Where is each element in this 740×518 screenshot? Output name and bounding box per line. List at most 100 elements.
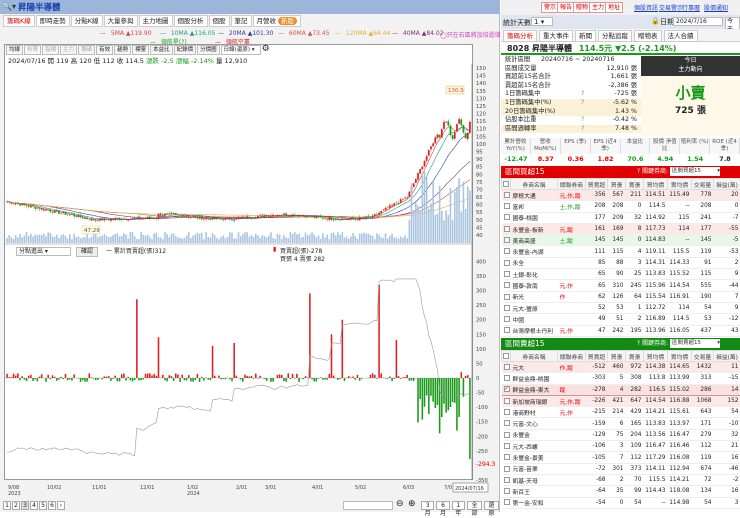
- page-button[interactable]: 2: [12, 501, 20, 510]
- column-header[interactable]: 券商名稱: [511, 351, 558, 362]
- table-row[interactable]: ✓群益金鼎-東大蹤-2784282116.5115.0228614: [502, 384, 740, 395]
- range-button[interactable]: 還原: [484, 501, 499, 510]
- column-header[interactable]: 買均價: [644, 351, 668, 362]
- top-link[interactable]: 股價通知: [704, 3, 728, 12]
- row-checkbox[interactable]: [504, 477, 510, 483]
- column-header[interactable]: 買張: [608, 179, 626, 190]
- page-button[interactable]: 6: [48, 501, 56, 510]
- table-row[interactable]: 群益金鼎-桃園-3035308113.8113.99313-15: [502, 373, 740, 384]
- page-button[interactable]: 1: [3, 501, 11, 510]
- row-checkbox[interactable]: [504, 466, 510, 472]
- table-row[interactable]: 摩根大通元,作,蹤356567211114.51115.4977820: [502, 190, 740, 201]
- column-header[interactable]: 損益(萬): [714, 351, 740, 362]
- column-header[interactable]: 賣張: [626, 351, 644, 362]
- column-header[interactable]: 買均價: [644, 179, 668, 190]
- column-header[interactable]: [502, 351, 511, 362]
- row-checkbox[interactable]: [504, 260, 510, 266]
- table-row[interactable]: 台灣摩根士丹利元,作47242195113.96116.0543743: [502, 325, 740, 336]
- row-checkbox[interactable]: [504, 237, 510, 243]
- row-checkbox[interactable]: [504, 316, 510, 322]
- table-row[interactable]: 新加坡商瑞銀元,作,蹤-226421647114.54116.881068152: [502, 395, 740, 406]
- table-row[interactable]: 元大-西螺-1063109116.47116.4611221: [502, 441, 740, 452]
- row-checkbox[interactable]: [504, 443, 510, 449]
- right-tab[interactable]: 法人合績: [664, 30, 698, 42]
- table-row[interactable]: 永豐金-板新元,蹤1611698117.73114177-55: [502, 223, 740, 234]
- page-button[interactable]: 5: [39, 501, 47, 510]
- zoom-out-icon[interactable]: ⊖: [396, 499, 404, 509]
- top-link[interactable]: 交易警示: [659, 3, 683, 12]
- row-checkbox[interactable]: [504, 432, 510, 438]
- right-tab[interactable]: 贈物表: [634, 30, 662, 42]
- row-checkbox[interactable]: [504, 364, 510, 370]
- column-header[interactable]: 損益(萬): [714, 179, 740, 190]
- column-header[interactable]: [502, 179, 511, 190]
- right-tab[interactable]: 新聞: [575, 30, 596, 42]
- row-checkbox[interactable]: ✓: [504, 386, 510, 392]
- column-header[interactable]: 買賣超: [586, 351, 608, 362]
- row-checkbox[interactable]: [504, 271, 510, 277]
- table-row[interactable]: 港商野村元,作-215214429114.21115.6164354: [502, 407, 740, 418]
- table-row[interactable]: 元富-苗栗-72301373114.11112.94674-46: [502, 463, 740, 474]
- next-page-icon[interactable]: ›: [57, 501, 65, 510]
- top-link[interactable]: 個股資訊: [634, 3, 658, 12]
- row-checkbox[interactable]: [504, 499, 510, 505]
- row-checkbox[interactable]: [504, 203, 510, 209]
- table-row[interactable]: 元大-豐原52531112.72114549: [502, 302, 740, 313]
- days-select[interactable]: 1 ▾: [531, 17, 553, 26]
- column-header[interactable]: 交易量: [692, 351, 714, 362]
- help-icon[interactable]: ?: [581, 99, 584, 108]
- table-row[interactable]: 永豐金-內湖1111154119.11115.5119-53: [502, 246, 740, 257]
- key-broker-select[interactable]: 區間買超15 ▾: [670, 167, 720, 176]
- column-header[interactable]: 買賣超: [586, 179, 608, 190]
- checkbox[interactable]: [503, 181, 509, 187]
- page-button[interactable]: 4: [30, 501, 38, 510]
- row-checkbox[interactable]: [504, 327, 510, 333]
- table-row[interactable]: 凱基-天母-68270115.5114.2172-2: [502, 474, 740, 485]
- row-checkbox[interactable]: [504, 248, 510, 254]
- help-icon[interactable]: ?: [581, 116, 584, 125]
- date-field[interactable]: 2024/7/16: [673, 17, 723, 26]
- range-button[interactable]: 6月: [436, 501, 449, 510]
- right-tab[interactable]: 分點追蹤: [598, 30, 632, 42]
- row-checkbox[interactable]: [504, 409, 510, 415]
- column-header[interactable]: 券商名稱: [511, 179, 558, 190]
- row-checkbox[interactable]: [504, 398, 510, 404]
- table-row[interactable]: 國泰-桃園17720932114.92115241-7: [502, 212, 740, 223]
- help-icon[interactable]: ?: [581, 90, 584, 99]
- date-input[interactable]: [343, 501, 393, 510]
- table-row[interactable]: 富邦土,作,蹤2082080114.5--2080: [502, 201, 740, 212]
- column-header[interactable]: 賣均價: [668, 179, 692, 190]
- row-checkbox[interactable]: [504, 420, 510, 426]
- top-button[interactable]: 地址: [605, 2, 623, 13]
- column-header[interactable]: 賣張: [626, 179, 644, 190]
- broker-select[interactable]: 分點進出 ▾: [16, 247, 71, 256]
- table-row[interactable]: 永豐金-12975204113.56116.4727932: [502, 429, 740, 440]
- row-checkbox[interactable]: [504, 305, 510, 311]
- key-broker-select[interactable]: 區間賣超15 ▾: [670, 339, 720, 348]
- right-tab[interactable]: 籌碼分析: [503, 30, 537, 42]
- table-row[interactable]: 新百王-643599114.43118.0813416: [502, 486, 740, 497]
- table-row[interactable]: 美商高盛土,蹤1451450114.83--145-5: [502, 235, 740, 246]
- row-checkbox[interactable]: [504, 226, 510, 232]
- row-checkbox[interactable]: [504, 294, 510, 300]
- row-checkbox[interactable]: [504, 282, 510, 288]
- table-row[interactable]: 國泰-敦南元,作65310245115.96114.54555-44: [502, 280, 740, 291]
- column-header[interactable]: 關聯券商: [558, 351, 586, 362]
- column-header[interactable]: 交易量: [692, 179, 714, 190]
- row-checkbox[interactable]: [504, 192, 510, 198]
- range-button[interactable]: 1年: [452, 501, 465, 510]
- table-row[interactable]: 永全85883114.31114.33912: [502, 257, 740, 268]
- row-checkbox[interactable]: [504, 214, 510, 220]
- table-row[interactable]: 新光作6212664115.54116.911907: [502, 291, 740, 302]
- top-link[interactable]: 行事曆: [682, 3, 700, 12]
- zoom-in-icon[interactable]: ⊕: [408, 499, 416, 509]
- range-button[interactable]: 3月: [421, 501, 434, 510]
- confirm-button[interactable]: 確認: [76, 247, 98, 257]
- table-row[interactable]: 元大作,蹤-512460972114.38114.65143211: [502, 362, 740, 373]
- table-row[interactable]: 中國49512116.89114.553-12: [502, 314, 740, 325]
- column-header[interactable]: 買張: [608, 351, 626, 362]
- column-header[interactable]: 賣均價: [668, 351, 692, 362]
- help-icon[interactable]: ?: [581, 125, 584, 134]
- table-row[interactable]: 土銀-彰化659025113.83115.521159: [502, 269, 740, 280]
- column-header[interactable]: 關聯券商: [558, 179, 586, 190]
